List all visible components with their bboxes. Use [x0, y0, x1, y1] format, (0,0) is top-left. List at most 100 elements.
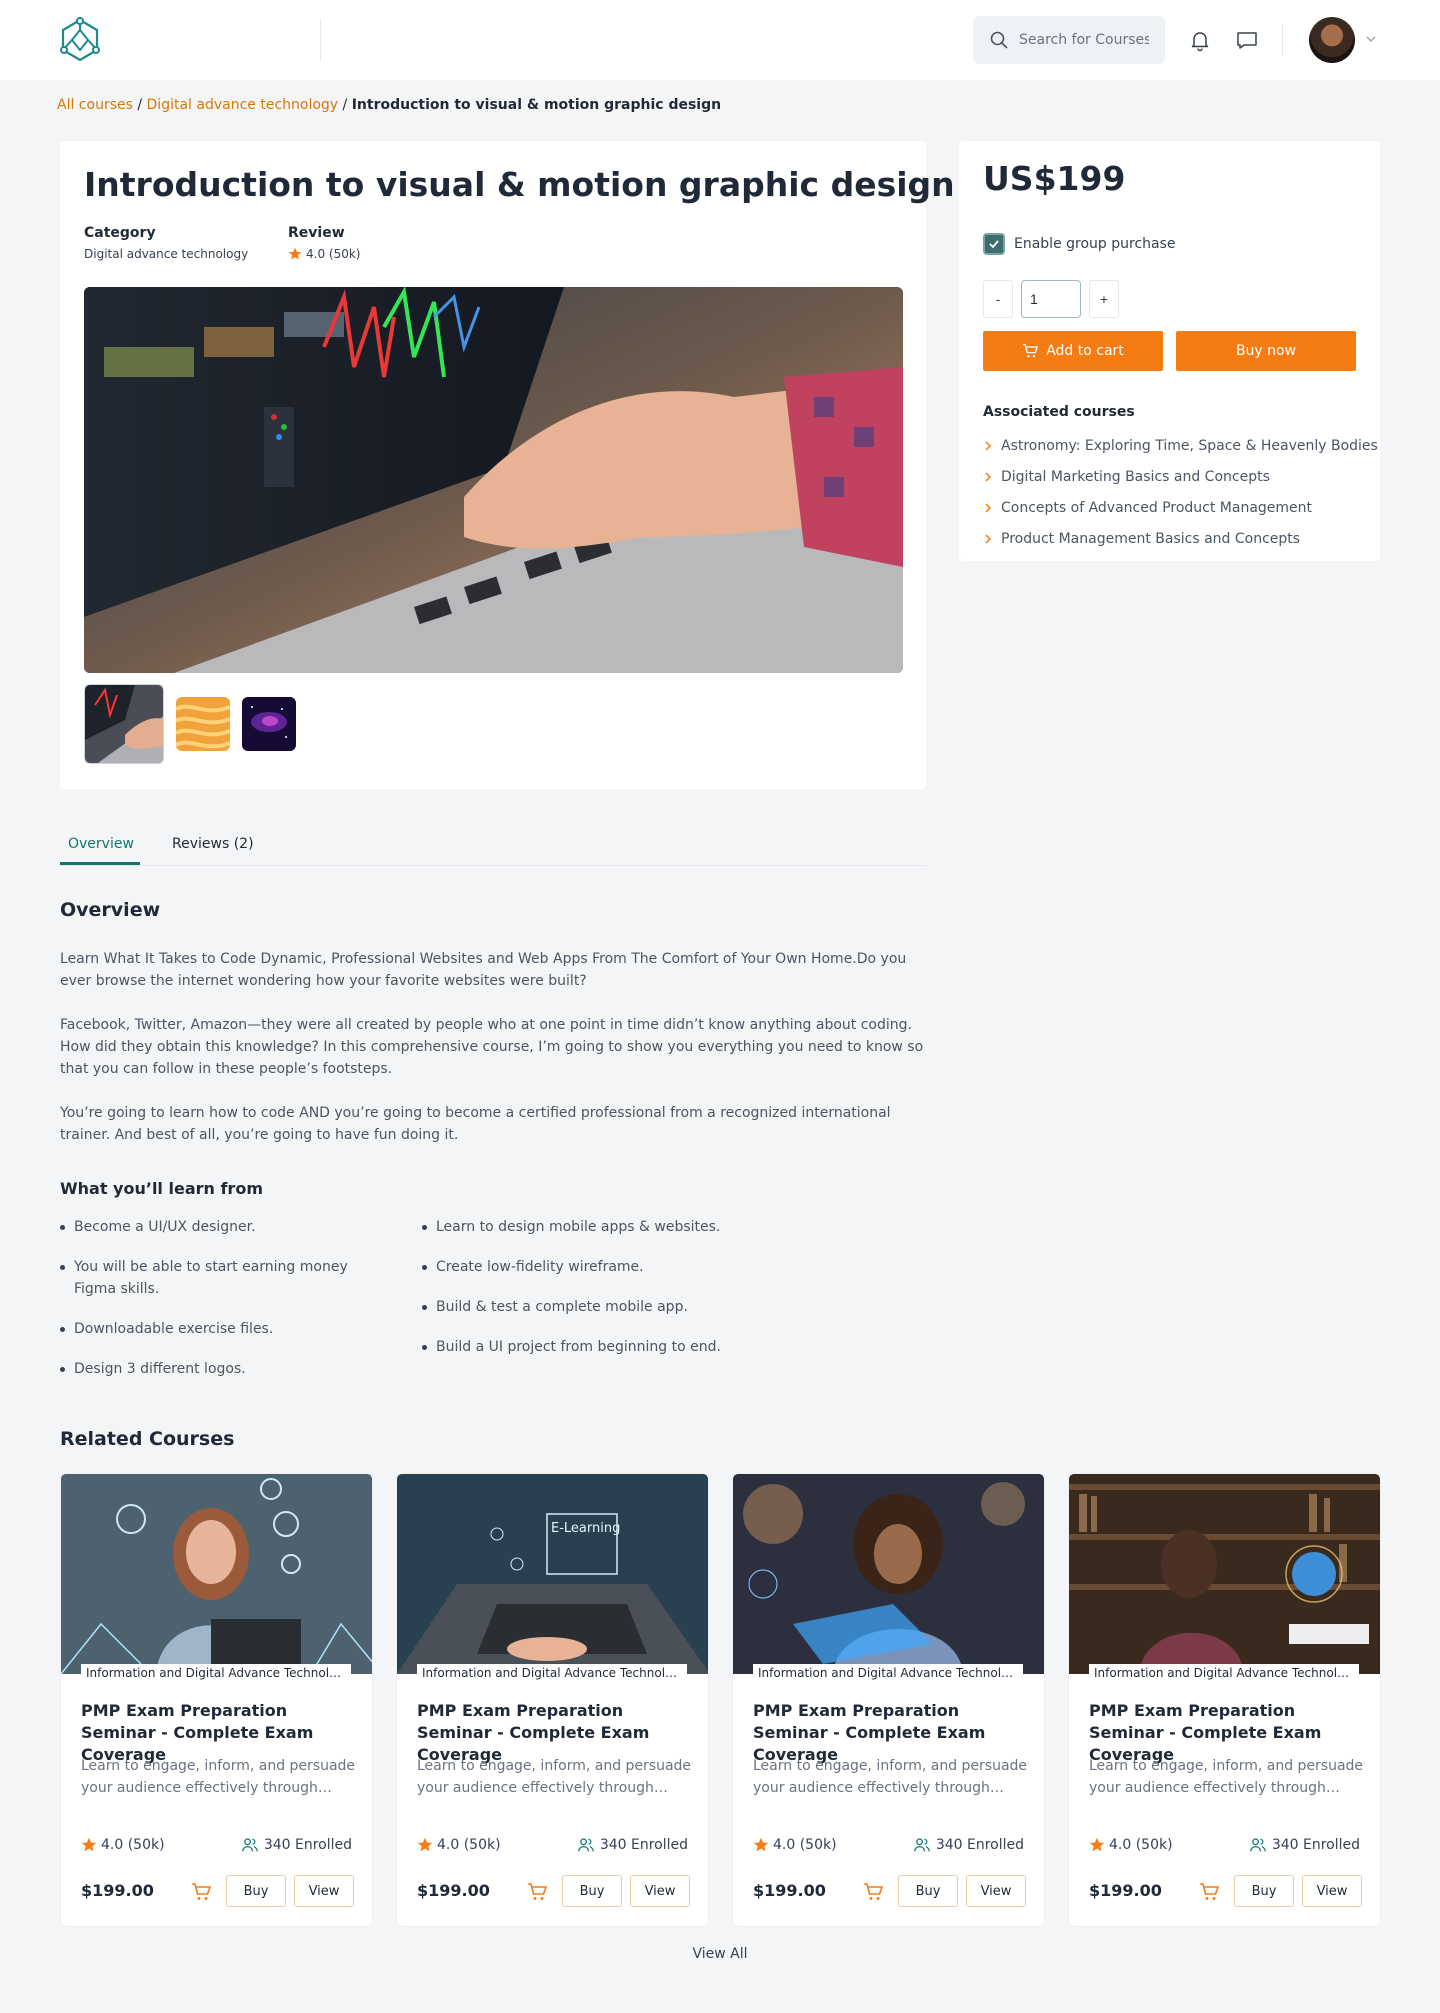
learn-item: Become a UI/UX designer. [60, 1216, 380, 1238]
related-course-card[interactable]: E-Learning Information and Digital Advan… [396, 1473, 709, 1927]
group-purchase-label: Enable group purchase [1014, 236, 1176, 252]
purchase-card: US$199 Enable group purchase - + Add to … [959, 141, 1380, 561]
course-thumbnail-image [1069, 1474, 1380, 1674]
course-rating: 4.0 (50k) [81, 1837, 165, 1853]
associated-course-label: Product Management Basics and Concepts [1001, 530, 1301, 547]
search-box[interactable] [973, 16, 1165, 64]
buy-now-button[interactable]: Buy now [1176, 331, 1356, 371]
associated-course-item[interactable]: Astronomy: Exploring Time, Space & Heave… [983, 430, 1378, 461]
star-icon [288, 247, 302, 260]
buy-button[interactable]: Buy [226, 1875, 286, 1907]
chat-icon[interactable] [1235, 28, 1259, 52]
waves-thumb-image [176, 697, 230, 751]
learn-item: You will be able to start earning money … [60, 1256, 380, 1300]
group-purchase-checkbox[interactable] [983, 233, 1005, 255]
thumbnail-waves[interactable] [176, 697, 230, 751]
course-description: Learn to engage, inform, and persuade yo… [81, 1758, 356, 1796]
group-purchase-row[interactable]: Enable group purchase [983, 233, 1176, 255]
related-courses-heading: Related Courses [60, 1428, 235, 1450]
quantity-increment-button[interactable]: + [1089, 280, 1119, 318]
course-price: $199.00 [81, 1881, 154, 1900]
view-button[interactable]: View [1302, 1875, 1362, 1907]
associated-course-label: Digital Marketing Basics and Concepts [1001, 468, 1270, 485]
cart-icon[interactable] [527, 1882, 547, 1902]
add-to-cart-label: Add to cart [1046, 343, 1124, 359]
associated-course-item[interactable]: Product Management Basics and Concepts [983, 523, 1378, 554]
cart-icon[interactable] [1199, 1882, 1219, 1902]
course-detail-card: Introduction to visual & motion graphic … [60, 141, 955, 789]
search-input[interactable] [1019, 32, 1149, 48]
tab-reviews[interactable]: Reviews (2) [172, 836, 254, 852]
quantity-decrement-button[interactable]: - [983, 280, 1013, 318]
star-icon [753, 1837, 769, 1852]
header-divider [320, 20, 321, 60]
associated-course-item[interactable]: Concepts of Advanced Product Management [983, 492, 1378, 523]
chevron-right-icon [985, 502, 992, 513]
users-icon [914, 1838, 930, 1852]
course-rating: 4.0 (50k) [417, 1837, 501, 1853]
category-label: Category [84, 225, 156, 241]
course-category-tag: Information and Digital Advance Technolo… [81, 1664, 351, 1684]
breadcrumb-link-all-courses[interactable]: All courses [57, 97, 133, 113]
review-value-row: 4.0 (50k) [288, 247, 360, 261]
breadcrumb-link-category[interactable]: Digital advance technology [147, 97, 339, 113]
thumbnail-galaxy[interactable] [242, 697, 296, 751]
course-price: $199.00 [753, 1881, 826, 1900]
associated-courses-list: Astronomy: Exploring Time, Space & Heave… [983, 430, 1378, 554]
avatar[interactable] [1309, 17, 1355, 63]
course-enrolled: 340 Enrolled [242, 1837, 352, 1853]
buy-button[interactable]: Buy [1234, 1875, 1294, 1907]
bell-icon[interactable] [1188, 28, 1212, 52]
associated-course-label: Astronomy: Exploring Time, Space & Heave… [1001, 437, 1378, 454]
checkmark-icon [989, 240, 999, 249]
course-category-tag: Information and Digital Advance Technolo… [1089, 1664, 1359, 1684]
active-tab-indicator [60, 862, 140, 865]
overview-heading: Overview [60, 899, 161, 921]
breadcrumb-separator: / [342, 97, 348, 113]
chevron-down-icon[interactable] [1364, 32, 1378, 46]
overview-paragraph: Learn What It Takes to Code Dynamic, Pro… [60, 951, 907, 989]
course-category-tag: Information and Digital Advance Technolo… [417, 1664, 687, 1684]
e-learning-image-text: E-Learning [551, 1521, 620, 1536]
thumbnail-laptop[interactable] [84, 684, 164, 764]
tab-overview[interactable]: Overview [68, 836, 134, 852]
associated-course-item[interactable]: Digital Marketing Basics and Concepts [983, 461, 1378, 492]
course-description: Learn to engage, inform, and persuade yo… [753, 1758, 1028, 1796]
view-all-link[interactable]: View All [0, 1946, 1440, 1962]
hexagon-network-icon[interactable] [56, 16, 104, 64]
page-title: Introduction to visual & motion graphic … [84, 165, 955, 204]
chevron-right-icon [985, 471, 992, 482]
course-rating-value: 4.0 (50k) [1109, 1837, 1173, 1853]
buy-button[interactable]: Buy [898, 1875, 958, 1907]
associated-courses-heading: Associated courses [983, 404, 1135, 420]
buy-button[interactable]: Buy [562, 1875, 622, 1907]
view-button[interactable]: View [966, 1875, 1026, 1907]
quantity-input[interactable] [1021, 280, 1081, 318]
associated-course-label: Concepts of Advanced Product Management [1001, 499, 1313, 516]
related-course-card[interactable]: Information and Digital Advance Technolo… [732, 1473, 1045, 1927]
course-price: $199.00 [417, 1881, 490, 1900]
learn-item: Design 3 different logos. [60, 1358, 380, 1380]
learn-list-col2: Learn to design mobile apps & websites. … [422, 1216, 742, 1358]
view-button[interactable]: View [294, 1875, 354, 1907]
cart-icon[interactable] [191, 1882, 211, 1902]
review-value: 4.0 (50k) [306, 247, 361, 261]
course-price: US$199 [983, 159, 1126, 198]
search-icon [990, 31, 1008, 49]
course-rating-value: 4.0 (50k) [773, 1837, 837, 1853]
users-icon [1250, 1838, 1266, 1852]
add-to-cart-button[interactable]: Add to cart [983, 331, 1163, 371]
learn-item: Learn to design mobile apps & websites. [422, 1216, 742, 1238]
course-rating-value: 4.0 (50k) [437, 1837, 501, 1853]
learn-heading: What you’ll learn from [60, 1179, 263, 1198]
cart-icon[interactable] [863, 1882, 883, 1902]
learn-item: Build a UI project from beginning to end… [422, 1336, 742, 1358]
course-thumbnail-image [61, 1474, 372, 1674]
breadcrumb-current: Introduction to visual & motion graphic … [351, 97, 722, 113]
view-button[interactable]: View [630, 1875, 690, 1907]
course-rating: 4.0 (50k) [753, 1837, 837, 1853]
course-description: Learn to engage, inform, and persuade yo… [1089, 1758, 1364, 1796]
related-course-card[interactable]: Information and Digital Advance Technolo… [60, 1473, 373, 1927]
galaxy-thumb-image [242, 697, 296, 751]
related-course-card[interactable]: Information and Digital Advance Technolo… [1068, 1473, 1381, 1927]
